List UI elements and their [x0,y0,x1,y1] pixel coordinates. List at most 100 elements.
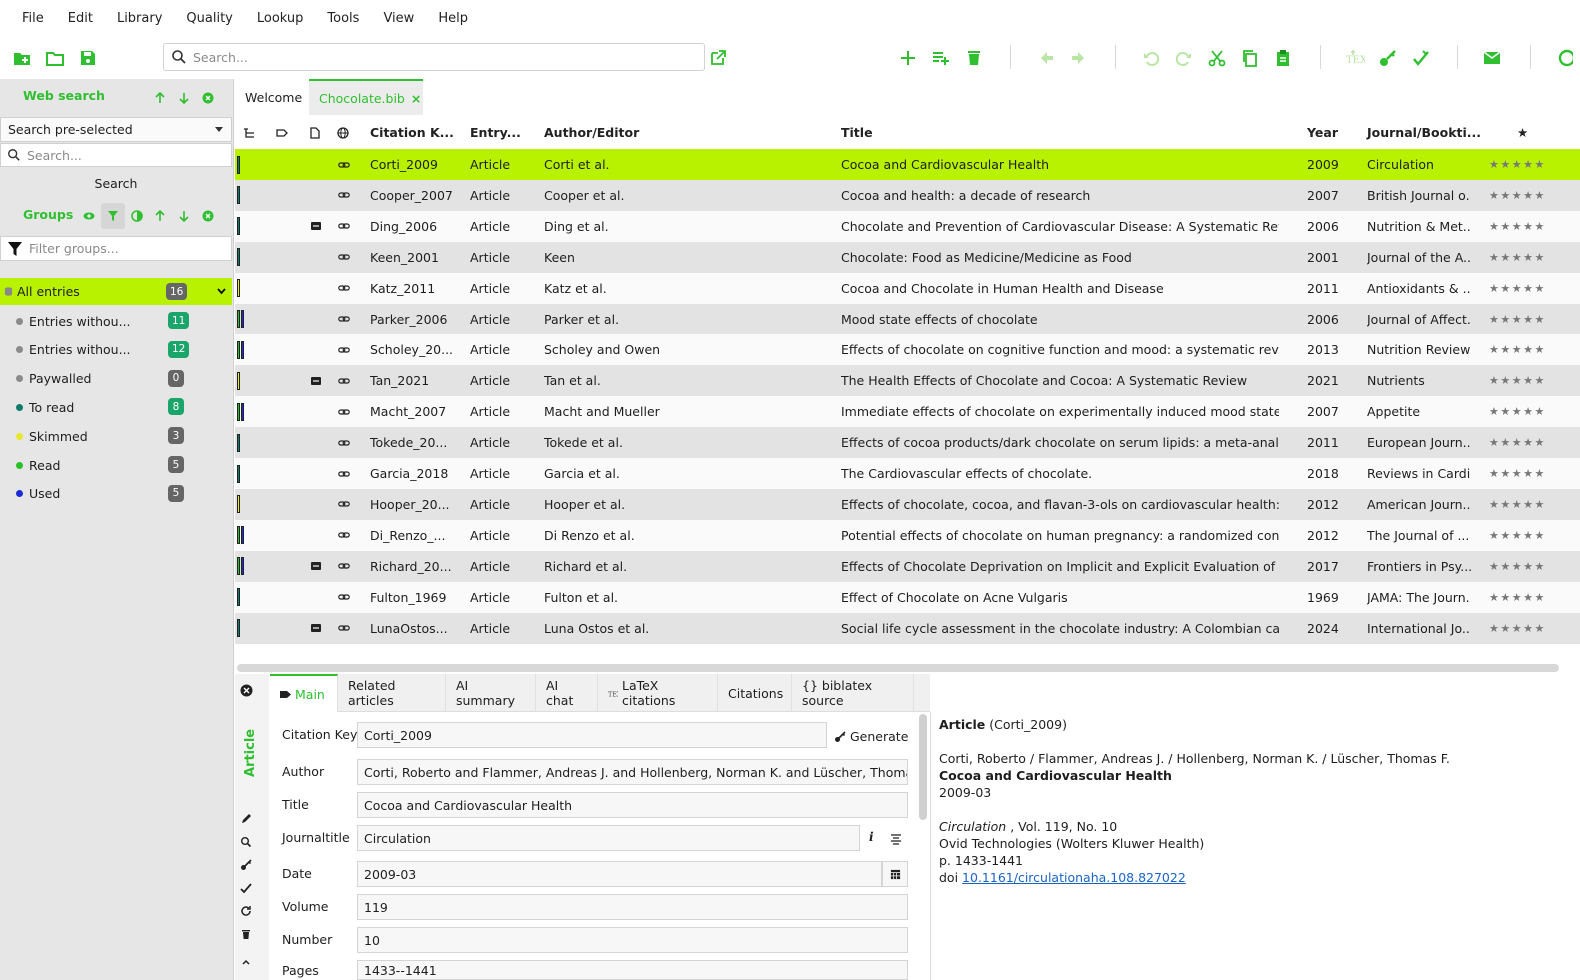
rank-stars[interactable]: ★★★★★ [1489,211,1579,242]
table-row[interactable]: Di_Renzo_... Article Di Renzo et al. Potent… [235,519,1580,551]
global-search-input[interactable] [193,49,704,65]
tab-latex-citations[interactable]: TEX LaTeX citations [598,674,718,712]
link-icon[interactable] [337,304,351,335]
key-icon[interactable] [240,859,252,871]
table-row[interactable]: Hooper_20... Article Hooper et al. Effects … [235,488,1580,520]
column-groups-header[interactable] [243,116,255,149]
info-icon[interactable]: i [869,830,874,844]
table-row[interactable]: Macht_2007 Article Macht and Mueller Immedi… [235,396,1580,428]
add-entry-icon[interactable] [897,47,919,69]
link-icon[interactable] [337,273,351,304]
table-row[interactable]: Corti_2009 Article Corti et al. Cocoa and C… [235,149,1580,180]
editor-scrollbar[interactable] [919,714,927,820]
column-files-header[interactable] [309,116,321,149]
undo-icon[interactable] [1140,47,1162,69]
cleanup-icon[interactable] [240,882,252,894]
web-search-fetcher-select[interactable]: Search pre-selected [0,117,232,142]
group-item[interactable]: Used 5 [0,480,232,508]
chevron-up-icon[interactable] [240,956,252,968]
edit-pencil-icon[interactable] [240,813,252,825]
link-icon[interactable] [337,365,351,396]
rank-stars[interactable]: ★★★★★ [1489,273,1579,304]
link-icon[interactable] [337,613,351,644]
link-icon[interactable] [337,149,351,180]
table-row[interactable]: Keen_2001 Article Keen Chocolate: Food as M… [235,241,1580,273]
redo-icon[interactable] [1173,47,1195,69]
doi-link[interactable]: 10.1161/circulationaha.108.827022 [962,870,1186,885]
column-journal-header[interactable]: Journal/Bookti... [1367,116,1481,149]
open-external-icon[interactable] [707,47,729,69]
group-item[interactable]: Entries withou... 12 [0,336,232,364]
tab-ai-chat[interactable]: AI chat [536,674,598,712]
rank-stars[interactable]: ★★★★★ [1489,458,1579,489]
search-icon[interactable] [240,836,252,848]
column-rank-header[interactable]: ★ [1517,116,1528,149]
pdf-file-icon[interactable] [309,613,323,644]
group-item[interactable]: To read 8 [0,393,232,421]
link-icon[interactable] [337,458,351,489]
table-row[interactable]: Richard_20... Article Richard et al. Effect… [235,550,1580,582]
rank-stars[interactable]: ★★★★★ [1489,551,1579,582]
horizontal-scrollbar[interactable] [237,664,1559,672]
table-row[interactable]: Fulton_1969 Article Fulton et al. Effect of… [235,581,1580,613]
rank-stars[interactable]: ★★★★★ [1489,149,1579,180]
author-field[interactable]: Corti, Roberto and Flammer, Andreas J. a… [357,759,908,785]
calendar-button[interactable] [882,861,908,887]
tab-ai-summary[interactable]: AI summary [446,674,536,712]
column-entry-type-header[interactable]: Entry... [470,116,521,149]
move-down-icon[interactable] [177,209,191,223]
tab-chocolate-bib[interactable]: Chocolate.bib × [309,79,423,115]
rank-stars[interactable]: ★★★★★ [1489,365,1579,396]
tab-related-articles[interactable]: Related articles [338,674,446,712]
table-row[interactable]: Parker_2006 Article Parker et al. Mood stat… [235,303,1580,335]
paste-icon[interactable] [1272,47,1294,69]
new-library-icon[interactable] [11,47,33,69]
abbreviation-icon[interactable] [890,833,902,845]
email-icon[interactable] [1481,47,1503,69]
link-icon[interactable] [337,180,351,211]
table-row[interactable]: Cooper_2007 Article Cooper et al. Cocoa and… [235,179,1580,211]
table-row[interactable]: Scholey_20... Article Scholey and Owen Effe… [235,334,1580,366]
cleanup-icon[interactable] [1410,47,1432,69]
close-icon[interactable] [201,209,215,223]
web-search-input[interactable] [27,147,231,163]
link-icon[interactable] [337,396,351,427]
web-search-button[interactable]: Search [0,172,232,194]
menu-tools[interactable]: Tools [315,11,371,26]
tex-icon[interactable]: TEX [1344,47,1366,69]
back-icon[interactable] [1035,47,1057,69]
intersection-icon[interactable] [130,209,144,223]
rank-stars[interactable]: ★★★★★ [1489,520,1579,551]
tab-main[interactable]: Main [270,674,338,712]
menu-file[interactable]: File [10,11,56,26]
add-entries-icon[interactable] [930,47,952,69]
filter-toggle-icon[interactable] [101,203,125,229]
close-icon[interactable] [240,684,253,697]
move-up-icon[interactable] [153,91,167,105]
link-icon[interactable] [337,242,351,273]
link-icon[interactable] [337,334,351,365]
table-row[interactable]: Tokede_20... Article Tokede et al. Effects … [235,427,1580,459]
table-row[interactable]: Ding_2006 Article Ding et al. Chocolate and… [235,210,1580,242]
title-field[interactable]: Cocoa and Cardiovascular Health [357,792,908,818]
move-down-icon[interactable] [177,91,191,105]
rank-stars[interactable]: ★★★★★ [1489,582,1579,613]
group-item[interactable]: Read 5 [0,451,232,479]
rank-stars[interactable]: ★★★★★ [1489,242,1579,273]
cut-icon[interactable] [1206,47,1228,69]
entry-type-label[interactable]: Article [243,729,261,777]
pages-field[interactable]: 1433--1441 [357,960,908,980]
citation-key-field[interactable]: Corti_2009 [357,722,827,748]
column-year-header[interactable]: Year [1307,116,1338,149]
menu-quality[interactable]: Quality [174,11,244,26]
group-all-entries[interactable]: All entries 16 [0,278,232,305]
key-icon[interactable] [1377,47,1399,69]
column-author-header[interactable]: Author/Editor [544,116,639,149]
github-icon[interactable] [1552,47,1574,69]
link-icon[interactable] [337,520,351,551]
rank-stars[interactable]: ★★★★★ [1489,427,1579,458]
link-icon[interactable] [337,551,351,582]
group-item[interactable]: Paywalled 0 [0,365,232,393]
eye-icon[interactable] [82,209,96,223]
refresh-icon[interactable] [240,905,252,917]
